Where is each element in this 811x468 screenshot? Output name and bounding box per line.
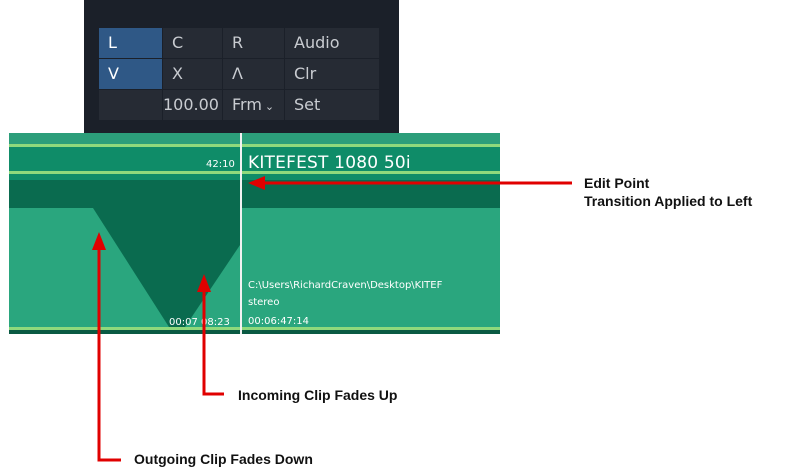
outgoing-arrow-line	[97, 248, 121, 462]
edit-point-arrowhead	[248, 176, 265, 190]
incoming-arrowhead	[197, 274, 211, 292]
outgoing-arrowhead	[92, 232, 106, 250]
transition-applied-label: Transition Applied to Left	[584, 193, 753, 209]
annotation-arrows	[92, 176, 572, 462]
outgoing-fade-label: Outgoing Clip Fades Down	[134, 451, 313, 467]
incoming-arrow-line	[202, 288, 224, 396]
edit-point-label: Edit Point	[584, 175, 650, 191]
incoming-fade-label: Incoming Clip Fades Up	[238, 387, 398, 403]
